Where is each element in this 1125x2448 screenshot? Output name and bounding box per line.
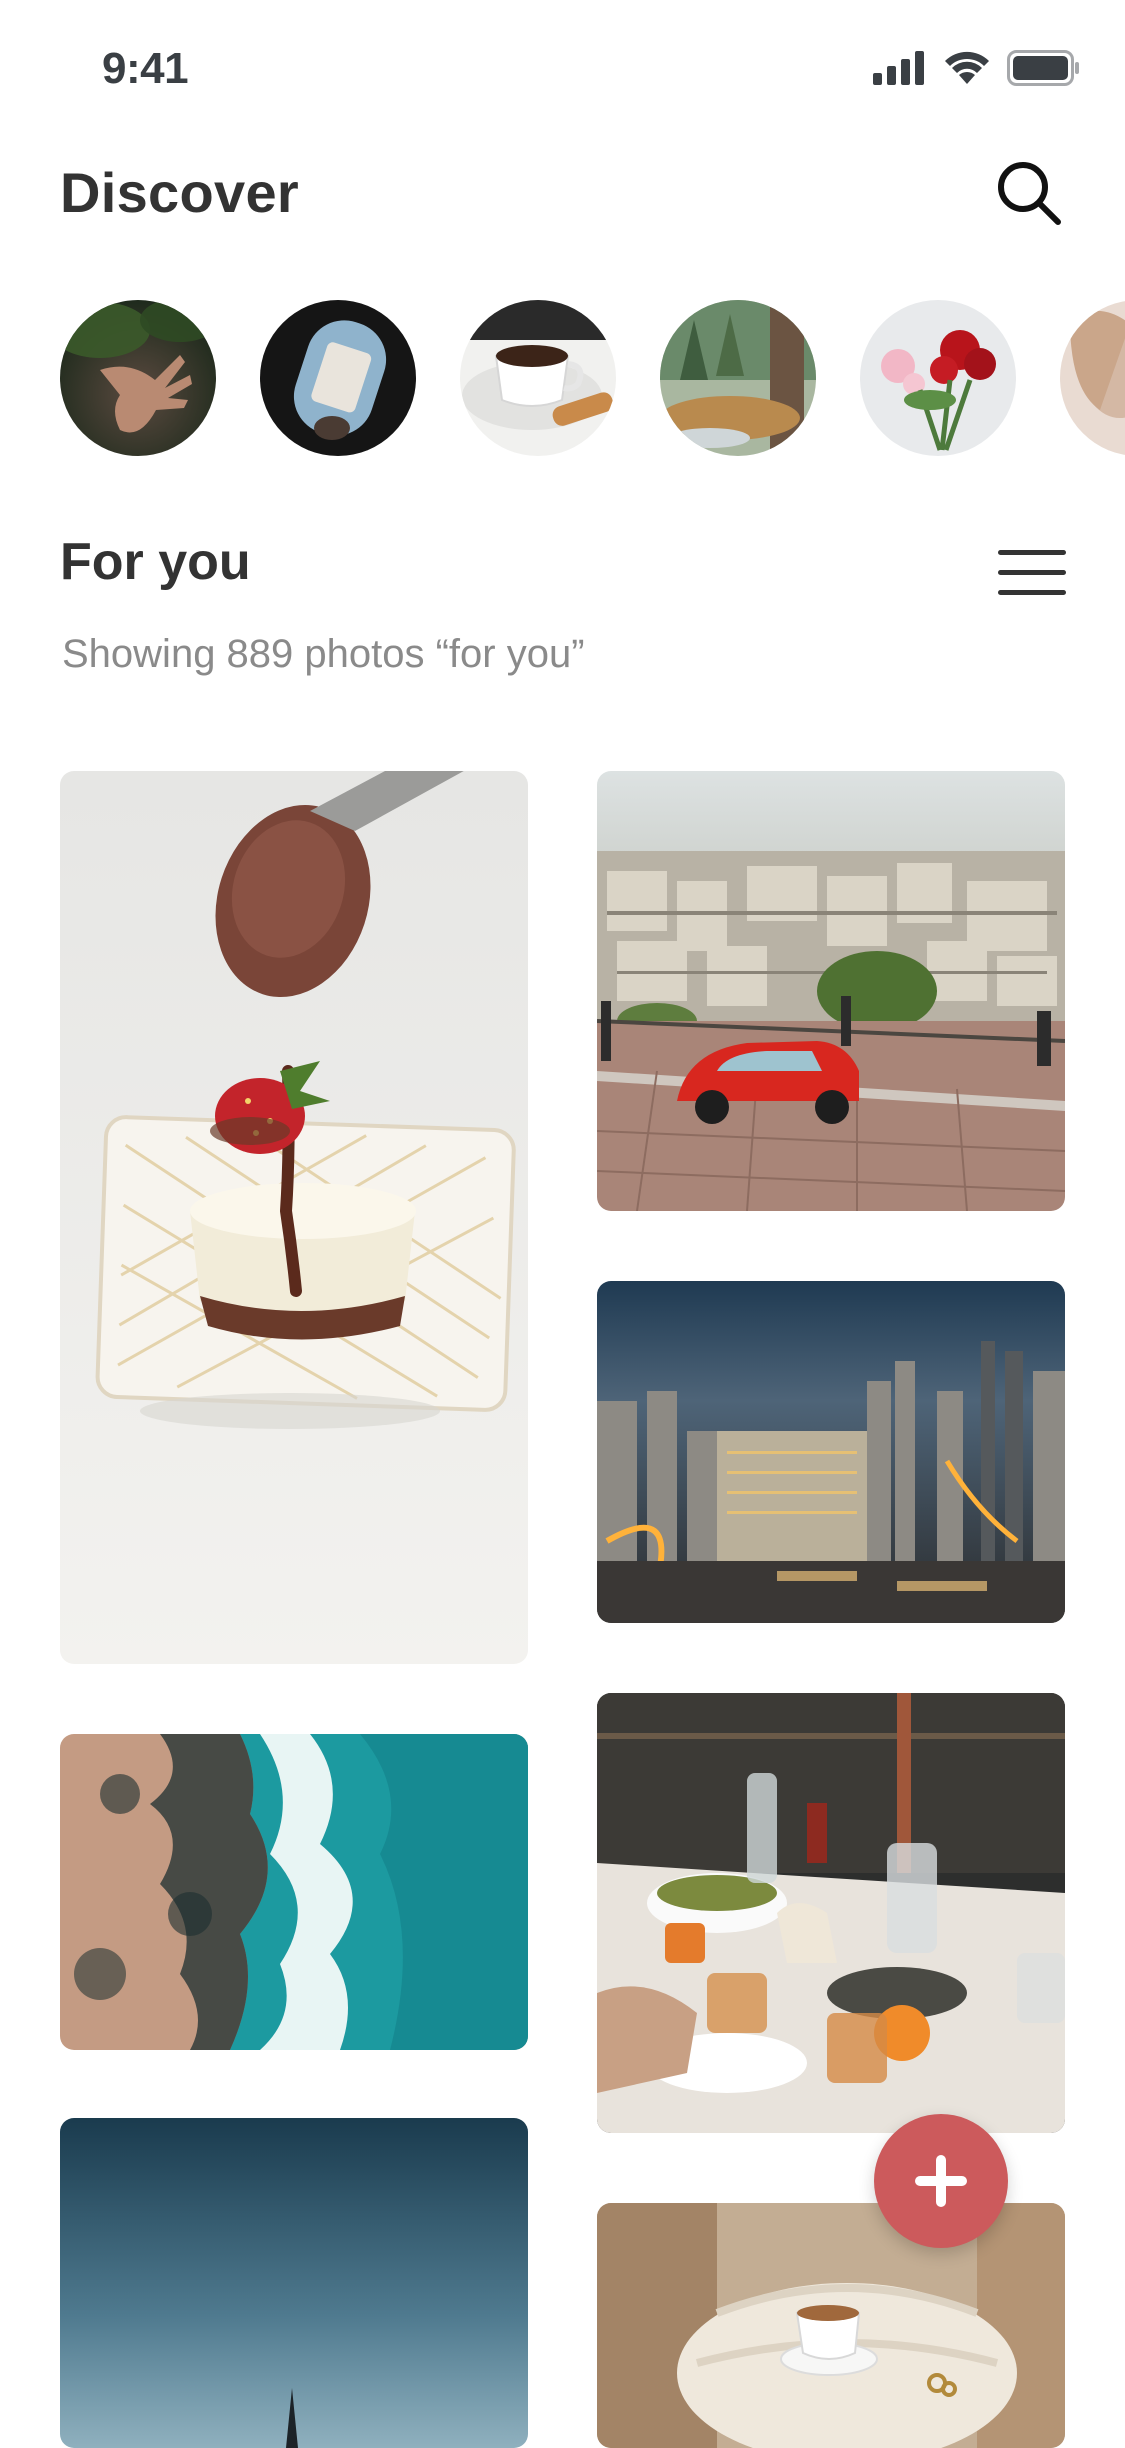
wifi-icon xyxy=(945,51,989,84)
story-avatar[interactable] xyxy=(1060,300,1125,456)
roses-image xyxy=(860,300,1016,456)
story-avatar[interactable] xyxy=(260,300,416,456)
photo-count-subtitle: Showing 889 photos “for you” xyxy=(62,632,585,676)
search-button[interactable] xyxy=(994,158,1064,228)
stories-row[interactable] xyxy=(60,300,1125,456)
forest-stream-image xyxy=(660,300,816,456)
photo-card[interactable] xyxy=(597,2203,1065,2448)
chocolate-cheesecake-image xyxy=(60,771,528,1664)
section-title: For you xyxy=(60,533,251,591)
coffee-on-sweater-image xyxy=(597,2203,1065,2448)
hand-leaves-image xyxy=(60,300,216,456)
photo-card[interactable] xyxy=(597,1281,1065,1623)
status-icons xyxy=(873,50,1081,86)
hamburger-menu-icon xyxy=(998,550,1066,555)
red-car-city-view-image xyxy=(597,771,1065,1211)
story-avatar[interactable] xyxy=(860,300,1016,456)
battery-icon xyxy=(1007,50,1079,86)
page-title: Discover xyxy=(60,161,299,224)
photo-card[interactable] xyxy=(597,1693,1065,2133)
status-time: 9:41 xyxy=(102,44,189,93)
filter-menu-button[interactable] xyxy=(996,550,1068,600)
airplane-window-image xyxy=(260,300,416,456)
add-photo-button[interactable] xyxy=(874,2114,1008,2248)
city-skyline-night-image xyxy=(597,1281,1065,1623)
search-icon xyxy=(998,162,1061,225)
story-avatar[interactable] xyxy=(660,300,816,456)
photo-card[interactable] xyxy=(597,771,1065,1211)
dinner-table-image xyxy=(597,1693,1065,2133)
photo-card[interactable] xyxy=(60,771,528,1664)
photo-card[interactable] xyxy=(60,1734,528,2050)
cellular-signal-icon xyxy=(873,51,924,85)
blue-sky-spire-image xyxy=(60,2118,528,2448)
photo-card[interactable] xyxy=(60,2118,528,2448)
story-avatar[interactable] xyxy=(60,300,216,456)
plus-icon xyxy=(915,2155,967,2207)
story-avatar[interactable] xyxy=(460,300,616,456)
coffee-cup-image xyxy=(460,300,616,456)
portrait-image xyxy=(1060,300,1125,456)
ocean-shore-aerial-image xyxy=(60,1734,528,2050)
